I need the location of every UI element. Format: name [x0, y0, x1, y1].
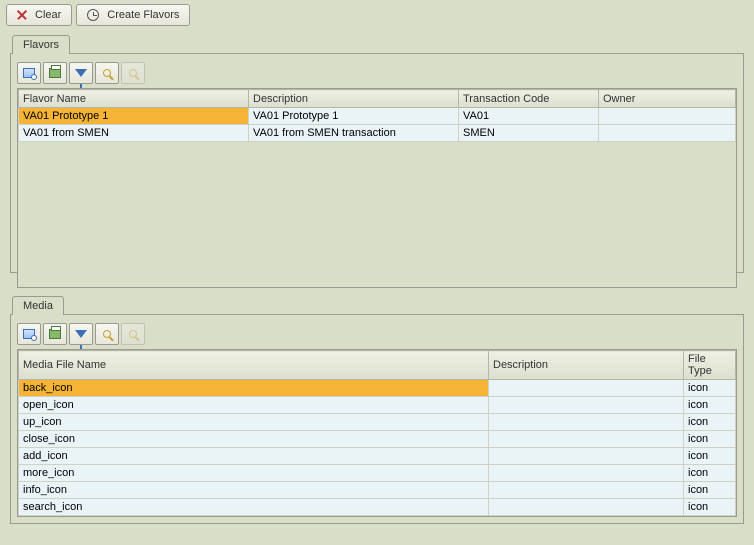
cell-media-name[interactable]: add_icon	[19, 448, 489, 465]
cell-flavor-name[interactable]: VA01 Prototype 1	[19, 108, 249, 125]
media-grid-toolbar	[17, 321, 737, 349]
cell-media-type[interactable]: icon	[684, 397, 736, 414]
cell-media-name[interactable]: more_icon	[19, 465, 489, 482]
cell-media-desc[interactable]	[489, 431, 684, 448]
cell-owner[interactable]	[599, 125, 736, 142]
cell-media-type[interactable]: icon	[684, 380, 736, 397]
cell-media-name[interactable]: open_icon	[19, 397, 489, 414]
cell-owner[interactable]	[599, 108, 736, 125]
table-row[interactable]: VA01 from SMEN VA01 from SMEN transactio…	[19, 125, 736, 142]
cell-media-desc[interactable]	[489, 465, 684, 482]
media-grid: Media File Name Description File Type ba…	[17, 349, 737, 517]
table-row[interactable]: open_icon icon	[19, 397, 736, 414]
cell-description[interactable]: VA01 from SMEN transaction	[249, 125, 459, 142]
create-flavors-button-label: Create Flavors	[107, 9, 179, 21]
cell-media-name[interactable]: info_icon	[19, 482, 489, 499]
find-next-button	[121, 323, 145, 345]
print-icon	[49, 68, 61, 78]
flavors-panel-tab: Flavors	[12, 35, 70, 54]
detail-icon	[23, 68, 35, 78]
flavors-grid: Flavor Name Description Transaction Code…	[17, 88, 737, 288]
cell-media-name[interactable]: back_icon	[19, 380, 489, 397]
col-description[interactable]: Description	[249, 90, 459, 108]
find-icon	[103, 330, 111, 338]
print-button[interactable]	[43, 323, 67, 345]
media-header-row: Media File Name Description File Type	[19, 351, 736, 380]
detail-button[interactable]	[17, 323, 41, 345]
filter-icon	[75, 330, 87, 338]
print-icon	[49, 329, 61, 339]
print-button[interactable]	[43, 62, 67, 84]
cell-description[interactable]: VA01 Prototype 1	[249, 108, 459, 125]
table-row[interactable]: up_icon icon	[19, 414, 736, 431]
table-row[interactable]: add_icon icon	[19, 448, 736, 465]
clear-button[interactable]: Clear	[6, 4, 72, 26]
cell-media-type[interactable]: icon	[684, 448, 736, 465]
table-row[interactable]: back_icon icon	[19, 380, 736, 397]
cell-media-desc[interactable]	[489, 499, 684, 516]
find-button[interactable]	[95, 323, 119, 345]
col-media-desc[interactable]: Description	[489, 351, 684, 380]
cell-tcode[interactable]: SMEN	[459, 125, 599, 142]
cell-tcode[interactable]: VA01	[459, 108, 599, 125]
find-button[interactable]	[95, 62, 119, 84]
filter-button[interactable]	[69, 323, 93, 345]
cell-flavor-name[interactable]: VA01 from SMEN	[19, 125, 249, 142]
filter-button[interactable]	[69, 62, 93, 84]
table-row[interactable]: search_icon icon	[19, 499, 736, 516]
table-row[interactable]: VA01 Prototype 1 VA01 Prototype 1 VA01	[19, 108, 736, 125]
cell-media-name[interactable]: up_icon	[19, 414, 489, 431]
media-panel: Media File Name Description File Type ba…	[10, 314, 744, 524]
detail-button[interactable]	[17, 62, 41, 84]
create-flavors-button[interactable]: Create Flavors	[76, 4, 190, 26]
col-owner[interactable]: Owner	[599, 90, 736, 108]
flavors-header-row: Flavor Name Description Transaction Code…	[19, 90, 736, 108]
cell-media-desc[interactable]	[489, 448, 684, 465]
table-row[interactable]: info_icon icon	[19, 482, 736, 499]
media-panel-tab: Media	[12, 296, 64, 315]
cell-media-name[interactable]: close_icon	[19, 431, 489, 448]
table-row[interactable]: close_icon icon	[19, 431, 736, 448]
table-row[interactable]: more_icon icon	[19, 465, 736, 482]
cell-media-desc[interactable]	[489, 482, 684, 499]
col-media-type[interactable]: File Type	[684, 351, 736, 380]
col-tcode[interactable]: Transaction Code	[459, 90, 599, 108]
flavors-grid-empty	[18, 142, 736, 282]
cell-media-desc[interactable]	[489, 380, 684, 397]
filter-icon	[75, 69, 87, 77]
col-media-name[interactable]: Media File Name	[19, 351, 489, 380]
cell-media-type[interactable]: icon	[684, 499, 736, 516]
find-next-button	[121, 62, 145, 84]
find-next-icon	[129, 330, 137, 338]
cell-media-type[interactable]: icon	[684, 414, 736, 431]
cell-media-desc[interactable]	[489, 414, 684, 431]
cell-media-type[interactable]: icon	[684, 431, 736, 448]
cell-media-name[interactable]: search_icon	[19, 499, 489, 516]
find-next-icon	[129, 69, 137, 77]
detail-icon	[23, 329, 35, 339]
flavors-panel: Flavor Name Description Transaction Code…	[10, 53, 744, 273]
app-toolbar: Clear Create Flavors	[0, 0, 754, 30]
flavors-grid-toolbar	[17, 60, 737, 88]
find-icon	[103, 69, 111, 77]
cell-media-type[interactable]: icon	[684, 482, 736, 499]
cell-media-type[interactable]: icon	[684, 465, 736, 482]
cell-media-desc[interactable]	[489, 397, 684, 414]
clear-button-label: Clear	[35, 9, 61, 21]
cancel-icon	[17, 10, 27, 20]
clock-icon	[87, 9, 99, 21]
col-flavor-name[interactable]: Flavor Name	[19, 90, 249, 108]
